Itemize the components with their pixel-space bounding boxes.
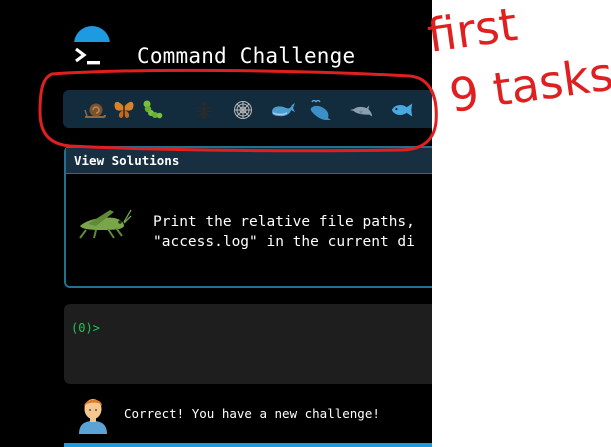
whale-icon <box>272 103 295 117</box>
annotation-text-line-2: 9 tasks <box>446 46 611 122</box>
spider-web-icon <box>234 101 252 119</box>
annotation-text-line-1: first <box>424 0 521 63</box>
task-spider-web[interactable] <box>230 97 256 123</box>
caterpillar-icon <box>143 100 163 119</box>
task-ant[interactable] <box>191 97 217 123</box>
challenge-description: Print the relative file paths, "access.l… <box>153 212 415 252</box>
terminal-input-area[interactable]: (0)> <box>64 304 432 384</box>
bottom-accent-line <box>64 443 432 447</box>
task-whale[interactable] <box>270 97 296 123</box>
butterfly-icon <box>114 101 134 118</box>
person-icon <box>79 399 107 434</box>
view-solutions-button[interactable]: View Solutions <box>66 148 432 174</box>
task-dolphin[interactable] <box>348 97 374 123</box>
snail-icon <box>84 103 106 118</box>
spouting-whale-icon <box>310 99 331 120</box>
task-snail[interactable] <box>82 97 108 123</box>
task-bar <box>63 90 432 128</box>
fish-icon <box>391 103 413 117</box>
challenge-line-2: "access.log" in the current di <box>153 234 415 250</box>
status-message: Correct! You have a new challenge! <box>124 406 380 421</box>
cricket-icon <box>79 209 132 239</box>
challenge-line-1: Print the relative file paths, <box>153 214 415 230</box>
solutions-panel: View Solutions Print the relative file p… <box>64 146 432 288</box>
terminal-icon <box>75 47 100 65</box>
command-challenge-app: Command Challenge View Solutions Print t… <box>0 0 432 447</box>
app-title: Command Challenge <box>137 44 356 68</box>
task-butterfly[interactable] <box>111 97 137 123</box>
task-caterpillar[interactable] <box>139 97 165 123</box>
terminal-prompt: (0)> <box>71 321 100 335</box>
task-fish[interactable] <box>389 97 415 123</box>
logo-arc <box>70 26 114 42</box>
task-spouting-whale[interactable] <box>308 97 334 123</box>
dolphin-icon <box>349 105 373 117</box>
ant-icon <box>195 101 213 119</box>
